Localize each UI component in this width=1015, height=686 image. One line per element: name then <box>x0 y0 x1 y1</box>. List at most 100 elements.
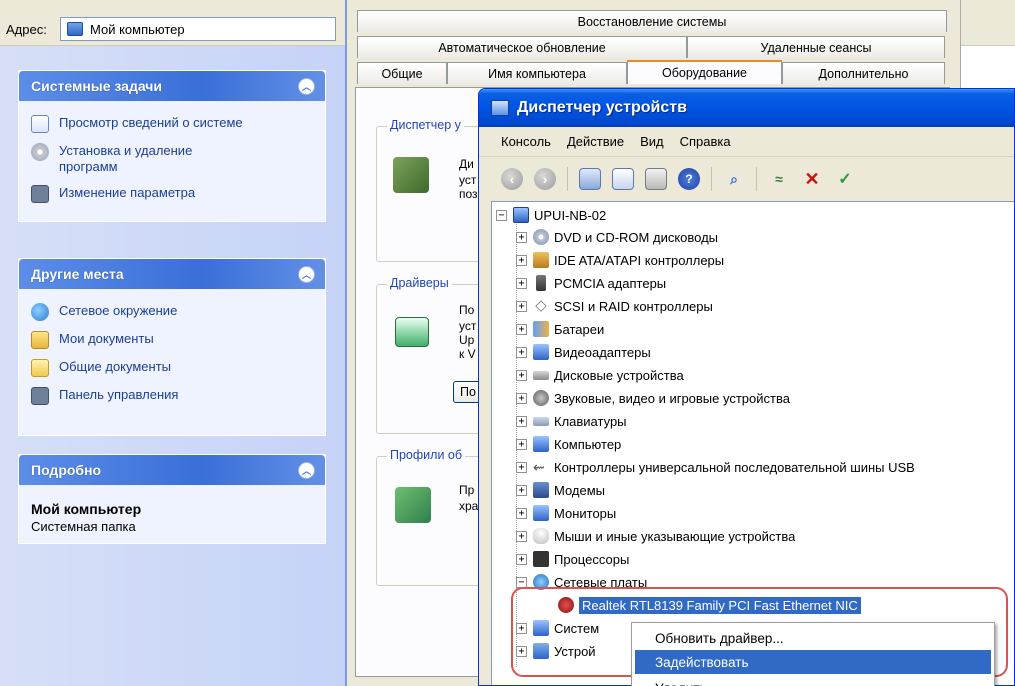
tab-computer-name[interactable]: Имя компьютера <box>447 62 627 84</box>
toolbar-separator <box>756 167 757 191</box>
expand-toggle[interactable]: + <box>516 438 527 450</box>
place-my-documents[interactable]: Мои документы <box>31 331 315 349</box>
expand-toggle[interactable]: + <box>516 346 527 358</box>
place-label: Сетевое окружение <box>59 303 178 318</box>
expand-toggle[interactable]: + <box>516 369 527 381</box>
tree-node-label: SCSI и RAID контроллеры <box>554 298 713 314</box>
task-label: Установка и удаление программ <box>59 143 193 174</box>
tab-remote-sessions[interactable]: Удаленные сеансы <box>687 36 945 58</box>
tree-node[interactable]: + Мониторы <box>516 503 616 523</box>
tree-node[interactable]: + ◇ SCSI и RAID контроллеры <box>516 296 713 316</box>
update-driver-icon[interactable]: ≈ <box>768 168 790 190</box>
expand-toggle[interactable]: + <box>516 254 527 266</box>
expand-toggle[interactable]: + <box>516 484 527 496</box>
properties-icon[interactable] <box>612 168 634 190</box>
mouse-icon <box>533 528 549 544</box>
address-value: Мой компьютер <box>90 21 185 37</box>
expand-toggle[interactable]: + <box>516 231 527 243</box>
expand-toggle[interactable]: + <box>516 323 527 335</box>
group-text: уст <box>459 319 477 333</box>
expand-toggle[interactable]: + <box>516 507 527 519</box>
expand-toggle[interactable]: + <box>516 300 527 312</box>
tab-auto-update[interactable]: Автоматическое обновление <box>357 36 687 58</box>
show-hide-tree-icon[interactable] <box>579 168 601 190</box>
group-text: к V <box>459 347 476 361</box>
task-change-setting[interactable]: Изменение параметра <box>31 185 315 203</box>
tree-node[interactable]: + Батареи <box>516 319 604 339</box>
group-label: Профили об <box>387 448 466 462</box>
system-tasks-header[interactable]: Системные задачи ︿ <box>19 71 325 101</box>
expand-toggle[interactable]: + <box>516 277 527 289</box>
expand-toggle[interactable]: + <box>516 461 527 473</box>
place-shared-documents[interactable]: Общие документы <box>31 359 315 377</box>
other-places-title: Другие места <box>31 266 124 282</box>
collapse-toggle[interactable]: − <box>516 576 527 588</box>
menu-console[interactable]: Консоль <box>501 134 551 149</box>
tree-node[interactable]: + DVD и CD-ROM дисководы <box>516 227 718 247</box>
forward-icon[interactable]: › <box>534 168 556 190</box>
scan-hardware-icon[interactable]: ⌕ <box>723 168 745 190</box>
add-remove-icon <box>31 143 49 161</box>
pcmcia-icon <box>536 275 546 291</box>
menu-action[interactable]: Действие <box>567 134 624 149</box>
menu-help[interactable]: Справка <box>680 134 731 149</box>
sound-icon <box>533 390 549 406</box>
tree-node[interactable]: + Видеоадаптеры <box>516 342 651 362</box>
address-input[interactable]: Мой компьютер <box>60 17 336 41</box>
device-manager-app-icon <box>491 100 509 116</box>
menu-view[interactable]: Вид <box>640 134 664 149</box>
help-icon[interactable]: ? <box>678 168 700 190</box>
collapse-chevron-icon[interactable]: ︿ <box>298 462 315 479</box>
place-network[interactable]: Сетевое окружение <box>31 303 315 321</box>
tree-root[interactable]: − UPUI-NB-02 <box>496 205 606 225</box>
menu-item-enable[interactable]: Задействовать <box>635 650 991 674</box>
task-add-remove-programs[interactable]: Установка и удаление программ <box>31 143 315 175</box>
back-icon[interactable]: ‹ <box>501 168 523 190</box>
task-view-system-info[interactable]: Просмотр сведений о системе <box>31 115 315 133</box>
display-adapter-icon <box>533 344 549 360</box>
group-text: Up <box>459 333 475 347</box>
details-title: Подробно <box>31 462 102 478</box>
uninstall-icon[interactable]: ✕ <box>801 168 823 190</box>
tree-node[interactable]: + Процессоры <box>516 549 629 569</box>
tree-node[interactable]: + Дисковые устройства <box>516 365 684 385</box>
shared-folder-icon <box>31 359 49 377</box>
collapse-toggle[interactable]: − <box>496 209 507 221</box>
menu-item-uninstall[interactable]: Удалить <box>635 676 991 686</box>
enable-device-icon[interactable]: ✓ <box>834 168 856 190</box>
expand-toggle[interactable]: + <box>516 415 527 427</box>
other-places-header[interactable]: Другие места ︿ <box>19 259 325 289</box>
processor-icon <box>533 551 549 567</box>
expand-toggle[interactable]: + <box>516 530 527 542</box>
tab-system-restore[interactable]: Восстановление системы <box>357 10 947 32</box>
expand-toggle[interactable]: + <box>516 553 527 565</box>
settings-arrow-icon <box>31 185 49 203</box>
collapse-chevron-icon[interactable]: ︿ <box>298 78 315 95</box>
expand-toggle[interactable]: + <box>516 392 527 404</box>
tree-node[interactable]: + ⇜ Контроллеры универсальной последовател… <box>516 457 915 477</box>
toolbar-separator <box>711 167 712 191</box>
tab-general[interactable]: Общие <box>357 62 447 84</box>
tree-node[interactable]: + Модемы <box>516 480 605 500</box>
details-header[interactable]: Подробно ︿ <box>19 455 325 485</box>
tab-hardware[interactable]: Оборудование <box>627 60 782 84</box>
menu-bar: Консоль Действие Вид Справка <box>479 127 1014 157</box>
tree-node[interactable]: + Клавиатуры <box>516 411 627 431</box>
tree-node[interactable]: + IDE ATA/ATAPI контроллеры <box>516 250 724 270</box>
menu-item-update-driver[interactable]: Обновить драйвер... <box>635 626 991 650</box>
tab-advanced[interactable]: Дополнительно <box>782 62 945 84</box>
tree-node-label: Компьютер <box>554 436 622 452</box>
computer-icon <box>533 436 549 452</box>
tree-node[interactable]: + Мыши и иные указывающие устройства <box>516 526 795 546</box>
group-text: поз <box>459 187 478 201</box>
place-control-panel[interactable]: Панель управления <box>31 387 315 405</box>
collapse-chevron-icon[interactable]: ︿ <box>298 266 315 283</box>
hardware-profiles-icon <box>395 487 431 523</box>
tree-node[interactable]: + Звуковые, видео и игровые устройства <box>516 388 790 408</box>
print-icon[interactable] <box>645 168 667 190</box>
group-text: Пр <box>459 483 475 497</box>
device-manager-titlebar[interactable]: Диспетчер устройств <box>479 89 1014 127</box>
tree-node[interactable]: + PCMCIA адаптеры <box>516 273 666 293</box>
tree-node[interactable]: + Компьютер <box>516 434 621 454</box>
details-panel: Подробно ︿ Мой компьютер Системная папка <box>18 454 326 544</box>
